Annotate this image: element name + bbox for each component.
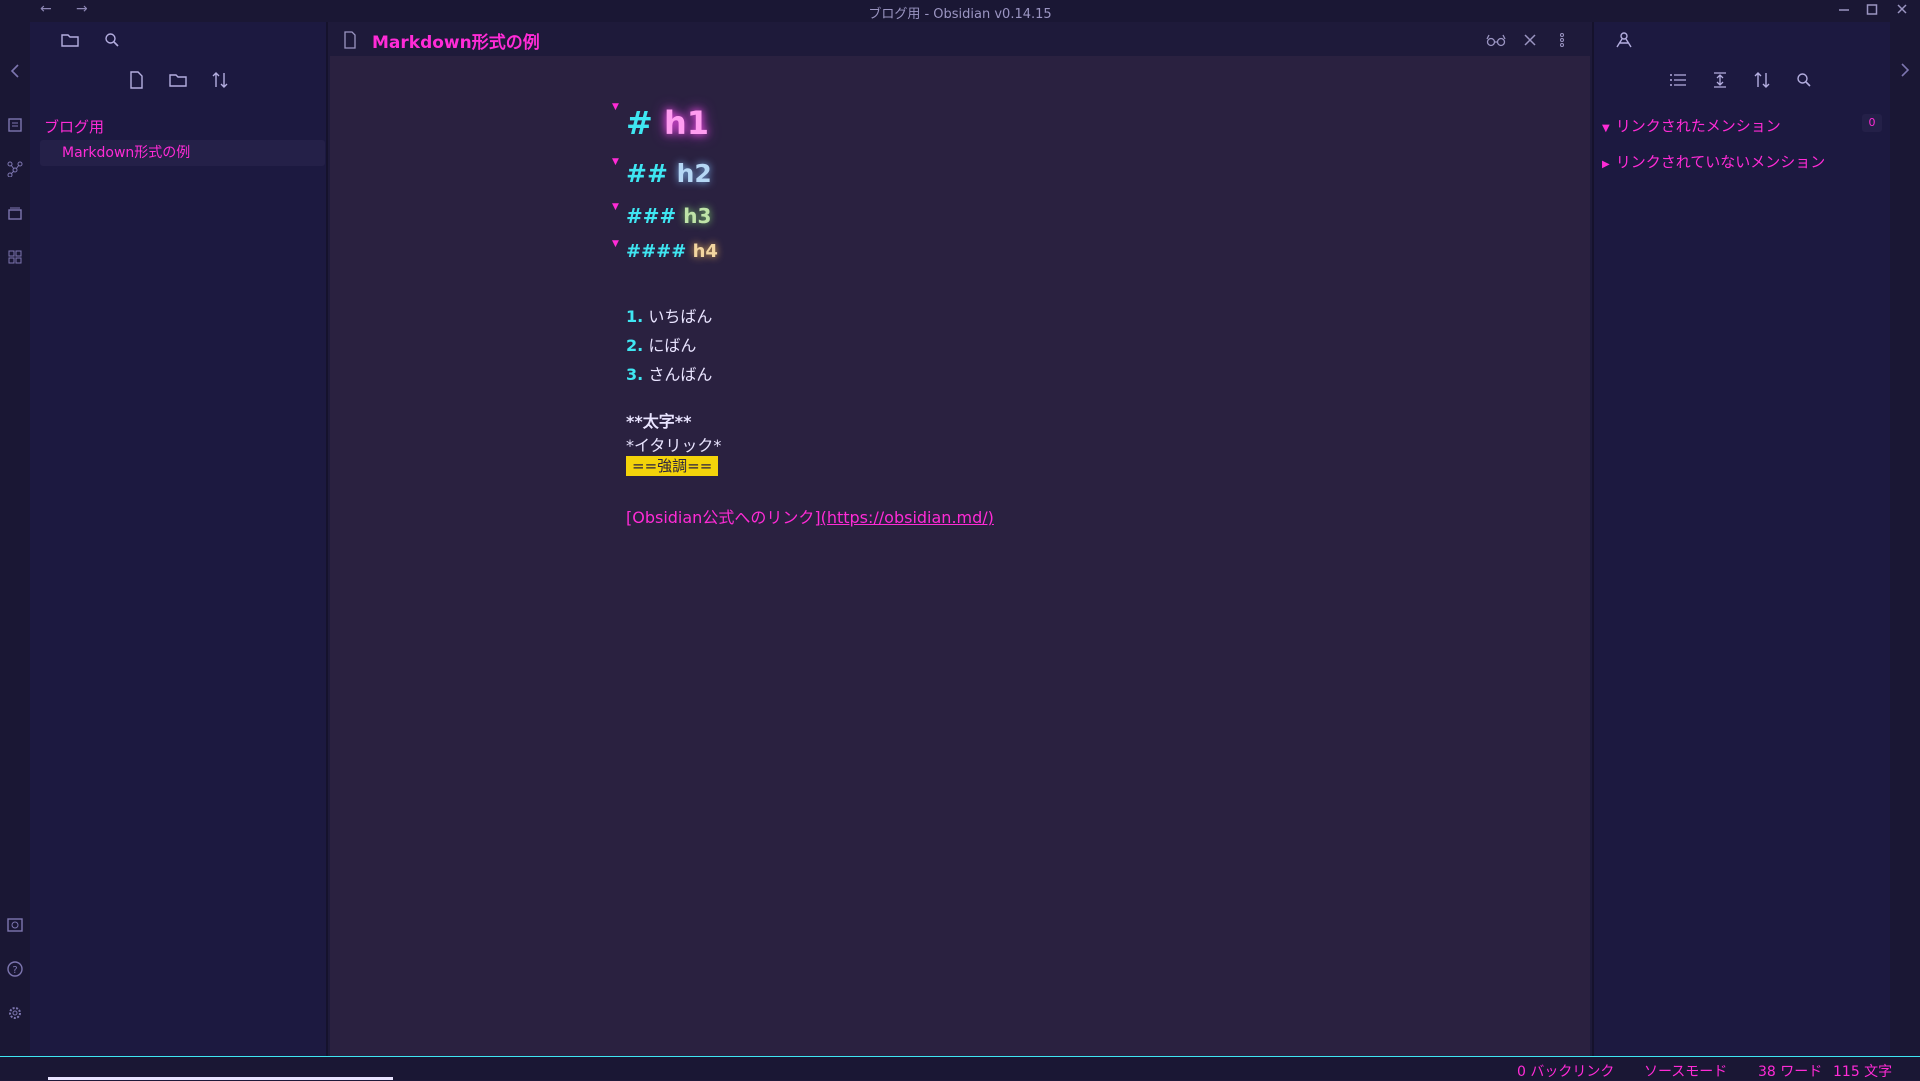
maximize-icon[interactable]: [1866, 2, 1878, 16]
collapse-icon[interactable]: [1710, 70, 1730, 90]
list-number: 2.: [626, 336, 644, 355]
list-text: いちばん: [648, 307, 713, 326]
editor-header: Markdown形式の例: [330, 22, 1590, 56]
list-text: さんばん: [648, 365, 713, 384]
title-bar: ← → ブログ用 - Obsidian v0.14.15: [0, 0, 1920, 22]
minimize-icon[interactable]: [1838, 2, 1850, 16]
list-number: 3.: [626, 365, 644, 384]
search-icon[interactable]: [102, 30, 122, 50]
ribbon: ?: [0, 22, 30, 1056]
fold-icon[interactable]: ▼: [612, 202, 619, 212]
linked-mentions-header[interactable]: ▼ リンクされたメンション: [1602, 115, 1781, 136]
sort-icon[interactable]: [1752, 70, 1772, 90]
unlinked-mentions-label: リンクされていないメンション: [1615, 153, 1826, 171]
folder-icon[interactable]: [60, 30, 80, 50]
backlinks-icon[interactable]: [1614, 30, 1634, 50]
bold-text[interactable]: **太字**: [626, 408, 691, 432]
list-item[interactable]: 3. さんばん: [626, 361, 712, 385]
file-explorer-actions: [30, 70, 328, 100]
collapsed-icon[interactable]: ▶: [1602, 159, 1610, 170]
heading-mark: ##: [626, 159, 668, 188]
collapse-right-icon[interactable]: [1899, 62, 1911, 78]
new-note-icon[interactable]: [126, 70, 146, 90]
heading-mark: #: [626, 104, 653, 142]
list-number: 1.: [626, 307, 644, 326]
backlinks-count[interactable]: 0 バックリンク: [1517, 1061, 1614, 1081]
backlinks-actions: [1594, 70, 1892, 100]
plugins-icon[interactable]: [6, 248, 24, 266]
link-url[interactable]: (https://obsidian.md/): [821, 508, 994, 527]
heading-mark: ###: [626, 204, 677, 228]
list-item[interactable]: 2. にばん: [626, 332, 696, 356]
svg-text:?: ?: [12, 965, 17, 976]
list-item[interactable]: 1. いちばん: [626, 303, 712, 327]
heading-h1[interactable]: ▼ # h1: [612, 102, 709, 142]
right-ribbon: [1890, 22, 1920, 1056]
file-icon: [340, 30, 360, 50]
unlinked-mentions-header[interactable]: ▶ リンクされていないメンション: [1602, 151, 1825, 172]
close-icon[interactable]: [1896, 2, 1908, 16]
list-text: にばん: [648, 336, 697, 355]
linked-mentions-label: リンクされたメンション: [1615, 117, 1781, 135]
cards-icon[interactable]: [6, 204, 24, 222]
highlight-text[interactable]: ==強調==: [626, 456, 719, 476]
heading-text: h1: [663, 104, 709, 142]
collapse-left-icon[interactable]: [6, 62, 24, 80]
close-tab-icon[interactable]: [1520, 30, 1540, 50]
heading-text: h2: [676, 159, 712, 188]
heading-mark: ####: [626, 241, 687, 262]
heading-text: h4: [692, 241, 718, 262]
editor-pane: Markdown形式の例 ▼ # h1 ▼ ## h2 ▼ ### h3 ▼ #…: [330, 22, 1590, 1056]
link-text[interactable]: [Obsidian公式へのリンク]: [626, 508, 821, 527]
markdown-link[interactable]: [Obsidian公式へのリンク](https://obsidian.md/): [626, 504, 994, 528]
graph-icon[interactable]: [6, 160, 24, 178]
window-title: ブログ用 - Obsidian v0.14.15: [868, 7, 1052, 22]
fold-icon[interactable]: ▼: [612, 239, 619, 249]
heading-h3[interactable]: ▼ ### h3: [612, 202, 712, 228]
linked-mentions-count: 0: [1862, 114, 1882, 132]
expand-icon[interactable]: ▼: [1602, 123, 1610, 134]
reading-view-icon[interactable]: [1486, 30, 1506, 50]
fold-icon[interactable]: ▼: [612, 157, 619, 167]
backlinks-panel: ▼ リンクされたメンション 0 ▶ リンクされていないメンション: [1592, 22, 1890, 1056]
document-icon[interactable]: [6, 116, 24, 134]
file-explorer-panel: ブログ用 Markdown形式の例: [30, 22, 328, 1056]
left-panel-tabs: [30, 22, 328, 56]
settings-icon[interactable]: [6, 1004, 24, 1022]
vault-icon[interactable]: [6, 916, 24, 934]
fold-icon[interactable]: ▼: [612, 102, 619, 112]
more-icon[interactable]: [1552, 30, 1572, 50]
sort-icon[interactable]: [210, 70, 230, 90]
help-icon[interactable]: ?: [6, 960, 24, 978]
editor-mode[interactable]: ソースモード: [1644, 1061, 1727, 1081]
word-count: 38 ワード: [1758, 1064, 1823, 1080]
file-item-markdown-example[interactable]: Markdown形式の例: [40, 140, 325, 166]
list-icon[interactable]: [1668, 70, 1688, 90]
folder-item-blog[interactable]: ブログ用: [44, 116, 104, 137]
italic-text[interactable]: *イタリック*: [626, 432, 721, 456]
heading-h2[interactable]: ▼ ## h2: [612, 157, 712, 188]
char-count: 115 文字: [1833, 1064, 1893, 1080]
new-folder-icon[interactable]: [168, 70, 188, 90]
right-panel-tabs: [1594, 22, 1892, 56]
search-icon[interactable]: [1794, 70, 1814, 90]
document-title[interactable]: Markdown形式の例: [372, 28, 540, 53]
heading-h4[interactable]: ▼ #### h4: [612, 239, 718, 262]
heading-text: h3: [683, 204, 712, 228]
